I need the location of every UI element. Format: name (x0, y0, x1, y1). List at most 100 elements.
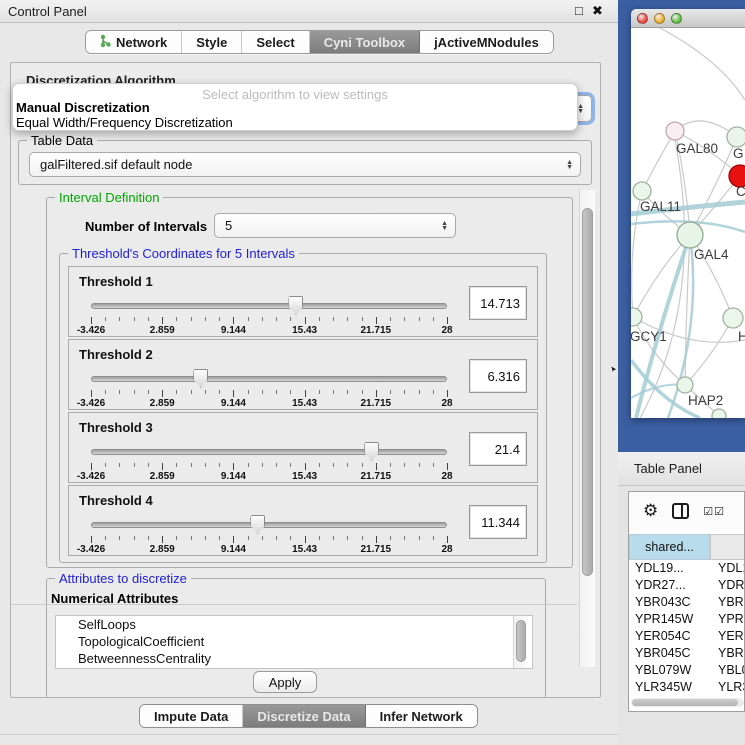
interval-definition-group: Interval Definition Number of Intervals … (46, 197, 573, 568)
select-columns-checkboxes-icon[interactable]: ☑☑ (703, 505, 725, 518)
slider-tick (433, 317, 434, 321)
slider-tick (91, 536, 92, 543)
network-node[interactable] (633, 182, 651, 200)
slider-tick (91, 390, 92, 397)
table-row[interactable]: YIL052C YIL0 (629, 696, 745, 697)
threshold-value-field[interactable]: 11.344 (469, 505, 527, 539)
table-data-combobox[interactable]: galFiltered.sif default node ▲▼ (29, 152, 581, 177)
table-hscrollbar-thumb[interactable] (632, 699, 738, 706)
tab-style[interactable]: Style (182, 31, 242, 53)
slider-thumb[interactable] (193, 369, 208, 388)
number-of-intervals-value: 5 (225, 218, 232, 233)
column-header-shared-name[interactable]: shared... (629, 534, 710, 560)
attribute-list-item[interactable]: SelfLoops (56, 616, 532, 633)
column-header-name[interactable]: n... (710, 534, 745, 560)
slider-tick (262, 536, 263, 540)
network-canvas[interactable]: GAL80GCGAL11GAL4GCY1HHAP2 (631, 28, 745, 418)
column-selector-icon[interactable] (672, 503, 689, 519)
threshold-slider[interactable]: -3.4262.8599.14415.4321.71528 (91, 370, 447, 408)
table-row[interactable]: YER054C YER0 (629, 628, 745, 645)
number-of-intervals-combobox[interactable]: 5 ▲▼ (214, 213, 456, 238)
slider-tick-label: -3.426 (77, 544, 105, 555)
slider-tick (333, 317, 334, 321)
network-view-window[interactable]: GAL80GCGAL11GAL4GCY1HHAP2 (631, 9, 745, 418)
threshold-slider[interactable]: -3.4262.8599.14415.4321.71528 (91, 516, 447, 554)
slider-tick-label: 9.144 (221, 544, 246, 555)
control-panel: Control Panel □ ✖ Network Style Select C… (0, 0, 618, 745)
threshold-value-field[interactable]: 14.713 (469, 286, 527, 320)
threshold-slider[interactable]: -3.4262.8599.14415.4321.71528 (91, 297, 447, 335)
table-row[interactable]: YPR145W YPR1 (629, 611, 745, 628)
slider-tick (290, 536, 291, 540)
tab-jactivemnodules[interactable]: jActiveMNodules (420, 31, 553, 53)
slider-tick (419, 536, 420, 540)
network-window-titlebar[interactable] (631, 9, 745, 28)
close-panel-icon[interactable]: ✖ (592, 3, 603, 19)
slider-thumb[interactable] (250, 515, 265, 534)
tab-discretize-data[interactable]: Discretize Data (243, 705, 365, 727)
cell-name: YPR1 (710, 611, 745, 628)
attributes-scrollbar-thumb[interactable] (516, 620, 526, 662)
network-node[interactable] (712, 409, 726, 418)
slider-track[interactable] (91, 303, 447, 309)
minimize-window-icon[interactable] (654, 13, 665, 24)
slider-tick (219, 390, 220, 394)
network-node[interactable] (666, 122, 684, 140)
network-node[interactable] (723, 308, 743, 328)
network-node[interactable] (727, 127, 745, 147)
slider-thumb[interactable] (364, 442, 379, 461)
zoom-window-icon[interactable] (671, 13, 682, 24)
cell-name: YER0 (710, 628, 745, 645)
attributes-list-scrollbar[interactable] (513, 616, 527, 668)
threshold-row: Threshold 2 -3.4262.8599.14415.4321.7152… (68, 339, 538, 410)
network-node[interactable] (677, 377, 693, 393)
tab-cyni-toolbox[interactable]: Cyni Toolbox (310, 31, 420, 53)
table-data-selected-value: galFiltered.sif default node (40, 157, 192, 172)
table-row[interactable]: YDL19... YDL1 (629, 560, 745, 577)
tab-label: Infer Network (380, 709, 463, 724)
panel-scrollbar[interactable] (579, 190, 595, 667)
float-window-icon[interactable]: □ (575, 3, 583, 18)
popup-item-manual-discretization[interactable]: Manual Discretization (16, 100, 150, 115)
table-row[interactable]: YBL079W YBL0 (629, 662, 745, 679)
tab-impute-data[interactable]: Impute Data (140, 705, 243, 727)
table-settings-gear-icon[interactable]: ⚙ (643, 501, 658, 521)
tab-select[interactable]: Select (242, 31, 309, 53)
table-header-row: shared... n... (629, 534, 745, 560)
attribute-list-item[interactable]: TopologicalCoefficient (56, 633, 532, 650)
threshold-value-field[interactable]: 6.316 (469, 359, 527, 393)
table-row[interactable]: YBR043C YBR0 (629, 594, 745, 611)
slider-tick (119, 536, 120, 540)
bottom-tab-bar: Impute Data Discretize Data Infer Networ… (139, 704, 478, 728)
slider-tick-label: 15.43 (292, 325, 317, 336)
threshold-value-field[interactable]: 21.4 (469, 432, 527, 466)
node-label: HAP2 (688, 393, 723, 408)
slider-track[interactable] (91, 522, 447, 528)
network-node[interactable] (631, 308, 642, 326)
node-table-card: ⚙ ☑☑ shared... n... YDL19... YDL1YDR27..… (628, 491, 745, 712)
slider-tick (404, 463, 405, 467)
table-horizontal-scrollbar[interactable] (631, 698, 744, 707)
close-window-icon[interactable] (637, 13, 648, 24)
panel-scrollbar-thumb[interactable] (582, 208, 593, 576)
slider-track[interactable] (91, 449, 447, 455)
threshold-slider[interactable]: -3.4262.8599.14415.4321.71528 (91, 443, 447, 481)
table-row[interactable]: YLR345W YLR3 (629, 679, 745, 696)
threshold-row: Threshold 4 -3.4262.8599.14415.4321.7152… (68, 485, 538, 556)
slider-tick (347, 536, 348, 540)
slider-tick-label: -3.426 (77, 471, 105, 482)
network-node[interactable] (677, 222, 703, 248)
threshold-label: Threshold 1 (79, 274, 153, 289)
table-row[interactable]: YDR27... YDR2 (629, 577, 745, 594)
tab-infer-network[interactable]: Infer Network (366, 705, 477, 727)
attribute-list-item[interactable]: BetweennessCentrality (56, 650, 532, 667)
thresholds-group: Threshold's Coordinates for 5 Intervals … (59, 253, 547, 563)
apply-button[interactable]: Apply (253, 671, 317, 693)
numerical-attributes-list[interactable]: SelfLoopsTopologicalCoefficientBetweenne… (55, 615, 533, 669)
popup-item-equal-width[interactable]: Equal Width/Frequency Discretization (16, 115, 233, 130)
tab-network[interactable]: Network (86, 31, 182, 53)
slider-thumb[interactable] (288, 296, 303, 315)
table-row[interactable]: YBR045C YBR0 (629, 645, 745, 662)
slider-tick (362, 463, 363, 467)
slider-track[interactable] (91, 376, 447, 382)
